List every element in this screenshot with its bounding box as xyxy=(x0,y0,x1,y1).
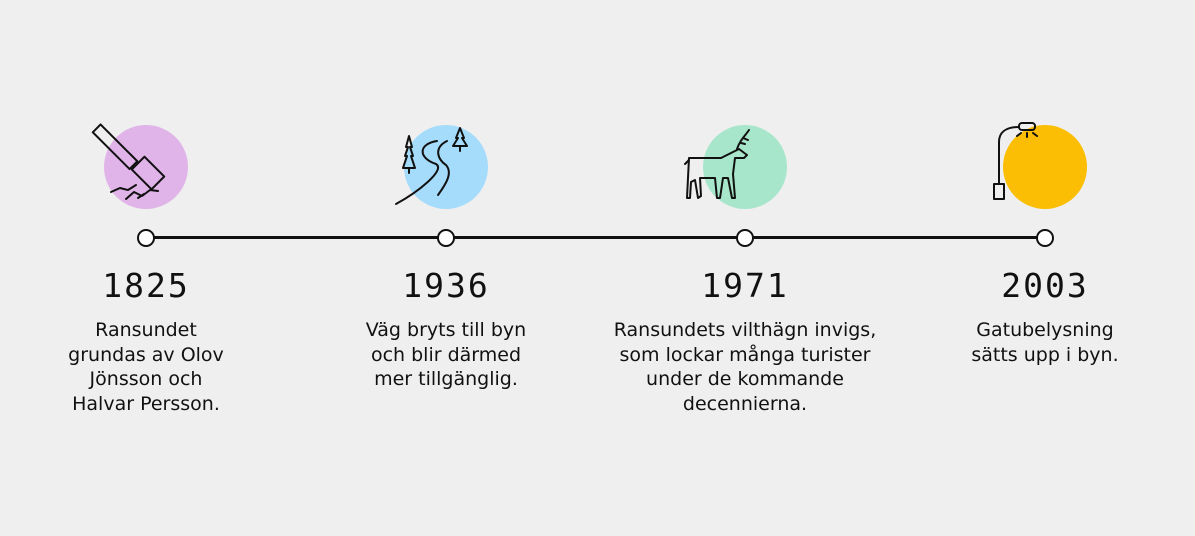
event-description-line: under de kommande xyxy=(646,368,844,390)
event-description-line: decennierna. xyxy=(682,392,808,415)
timeline-marker xyxy=(137,229,155,247)
event-description-line: sätts upp i byn. xyxy=(971,343,1119,366)
timeline-marker xyxy=(1036,229,1054,247)
event-description: Ransundets vilthägn invigs, som lockar m… xyxy=(595,318,895,416)
timeline: 1825 Ransundet grundas av Olov Jönsson o… xyxy=(0,0,1195,536)
event-description-line: Jönsson och xyxy=(89,368,203,390)
deer-icon xyxy=(684,129,750,199)
sledgehammer-icon xyxy=(91,123,166,200)
event-description: Väg bryts till byn och blir därmed mer t… xyxy=(296,318,596,392)
timeline-axis-line xyxy=(144,236,1045,239)
event-description-line: grundas av Olov xyxy=(68,343,224,366)
event-year: 2003 xyxy=(1001,266,1089,305)
event-description-line: Ransundet xyxy=(95,319,197,341)
timeline-marker xyxy=(736,229,754,247)
road-trees-icon xyxy=(395,127,468,205)
event-description-line: Gatubelysning xyxy=(976,319,1114,341)
event-description-line: som lockar många turister xyxy=(619,343,871,366)
event-description: Gatubelysning sätts upp i byn. xyxy=(895,318,1195,367)
timeline-marker xyxy=(437,229,455,247)
event-description: Ransundet grundas av Olov Jönsson och Ha… xyxy=(0,318,296,416)
event-description-line: mer tillgänglig. xyxy=(374,368,518,390)
event-year: 1936 xyxy=(402,266,490,305)
streetlight-icon xyxy=(993,122,1038,200)
event-description-line: Ransundets vilthägn invigs, xyxy=(613,319,877,341)
event-description-line: och blir därmed xyxy=(370,343,522,366)
event-year: 1971 xyxy=(701,266,789,305)
event-description-line: Väg bryts till byn xyxy=(365,319,527,341)
event-year: 1825 xyxy=(102,266,190,305)
event-description-line: Halvar Persson. xyxy=(72,392,220,415)
